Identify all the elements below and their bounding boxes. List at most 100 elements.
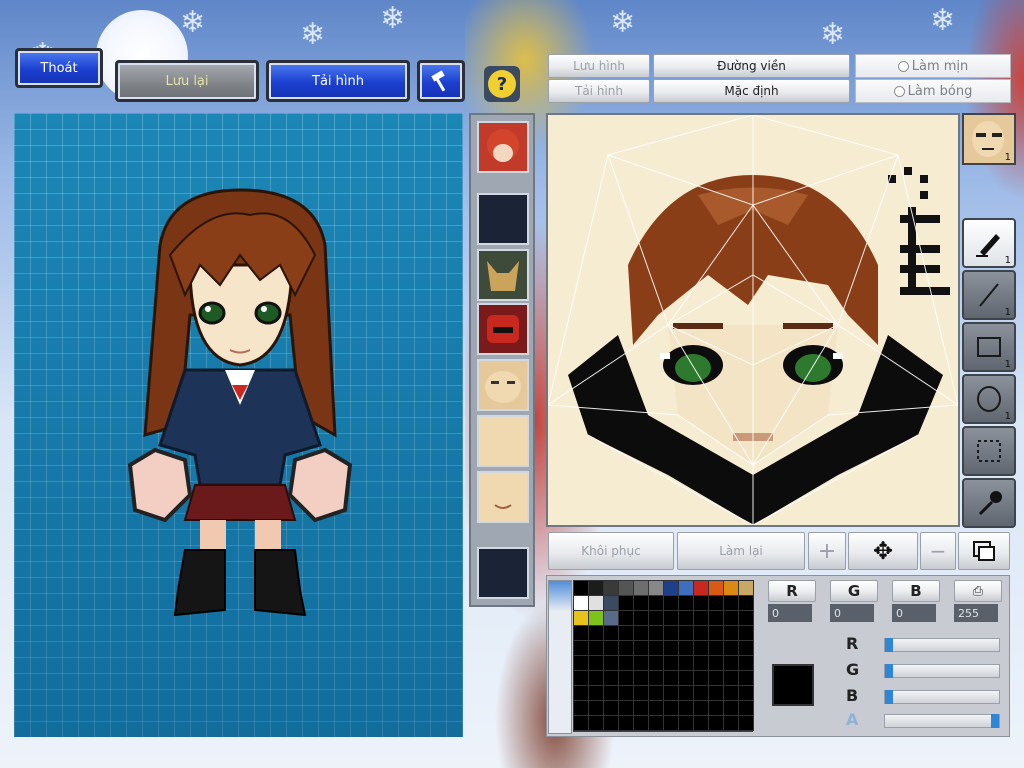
palette-swatch[interactable] xyxy=(648,595,664,611)
palette-swatch[interactable] xyxy=(663,700,679,716)
palette-swatch[interactable] xyxy=(618,655,634,671)
palette-swatch[interactable] xyxy=(663,670,679,686)
palette-swatch[interactable] xyxy=(708,685,724,701)
palette-swatch[interactable] xyxy=(588,595,604,611)
a-value-field[interactable]: 255 xyxy=(954,604,998,622)
palette-swatch[interactable] xyxy=(708,715,724,731)
palette-swatch[interactable] xyxy=(723,655,739,671)
part-thumb-face-plain[interactable] xyxy=(477,415,529,467)
part-thumb-empty[interactable] xyxy=(477,193,529,245)
palette-swatch[interactable] xyxy=(678,595,694,611)
palette-swatch[interactable] xyxy=(603,700,619,716)
palette-swatch[interactable] xyxy=(588,715,604,731)
part-thumb-face-smile[interactable] xyxy=(477,471,529,523)
g-channel-button[interactable]: G xyxy=(830,580,878,602)
palette-swatch[interactable] xyxy=(633,685,649,701)
palette-swatch[interactable] xyxy=(663,610,679,626)
palette-page-tabs[interactable] xyxy=(548,580,572,734)
palette-swatch[interactable] xyxy=(648,685,664,701)
palette-swatch[interactable] xyxy=(648,625,664,641)
palette-swatch[interactable] xyxy=(588,655,604,671)
palette-swatch[interactable] xyxy=(573,595,589,611)
palette-swatch[interactable] xyxy=(693,700,709,716)
layer-button[interactable] xyxy=(958,532,1010,570)
palette-swatch[interactable] xyxy=(618,715,634,731)
palette-swatch[interactable] xyxy=(603,715,619,731)
palette-swatch[interactable] xyxy=(618,640,634,656)
palette-swatch[interactable] xyxy=(633,715,649,731)
save-button[interactable]: Lưu lại xyxy=(115,60,259,102)
palette-swatch[interactable] xyxy=(708,700,724,716)
palette-swatch[interactable] xyxy=(588,700,604,716)
palette-swatch[interactable] xyxy=(648,715,664,731)
palette-swatch[interactable] xyxy=(693,655,709,671)
palette-swatch[interactable] xyxy=(678,625,694,641)
a-channel-button[interactable]: ⎙ xyxy=(954,580,1002,602)
palette-swatch[interactable] xyxy=(663,715,679,731)
palette-swatch[interactable] xyxy=(738,610,754,626)
palette-swatch[interactable] xyxy=(693,610,709,626)
palette-swatch[interactable] xyxy=(678,700,694,716)
eyedropper-tool-button[interactable] xyxy=(962,478,1016,528)
default-button[interactable]: Mặc định xyxy=(653,79,850,103)
palette-swatch[interactable] xyxy=(588,685,604,701)
palette-swatch[interactable] xyxy=(618,610,634,626)
palette-swatch[interactable] xyxy=(678,640,694,656)
palette-swatch[interactable] xyxy=(633,595,649,611)
palette-swatch[interactable] xyxy=(723,640,739,656)
palette-grid[interactable] xyxy=(573,580,754,732)
a-slider-handle[interactable] xyxy=(991,714,999,728)
zoom-out-button[interactable]: − xyxy=(920,532,956,570)
palette-swatch[interactable] xyxy=(708,670,724,686)
palette-swatch[interactable] xyxy=(693,625,709,641)
b-slider[interactable] xyxy=(884,690,1000,704)
a-slider[interactable] xyxy=(884,714,1000,728)
palette-swatch[interactable] xyxy=(693,640,709,656)
palette-swatch[interactable] xyxy=(723,670,739,686)
load-image-button[interactable]: Tải hình xyxy=(548,79,650,103)
palette-swatch[interactable] xyxy=(573,655,589,671)
b-slider-handle[interactable] xyxy=(885,690,893,704)
b-channel-button[interactable]: B xyxy=(892,580,940,602)
palette-swatch[interactable] xyxy=(603,640,619,656)
palette-swatch[interactable] xyxy=(603,580,619,596)
palette-swatch[interactable] xyxy=(663,580,679,596)
outline-button[interactable]: Đường viền xyxy=(653,54,850,78)
move-canvas-button[interactable]: ✥ xyxy=(848,532,918,570)
r-value-field[interactable]: 0 xyxy=(768,604,812,622)
part-thumb-hair[interactable] xyxy=(477,121,529,173)
shine-option[interactable]: Làm bóng xyxy=(855,79,1011,103)
palette-swatch[interactable] xyxy=(633,670,649,686)
palette-swatch[interactable] xyxy=(633,610,649,626)
palette-swatch[interactable] xyxy=(678,580,694,596)
rectangle-tool-button[interactable]: 1 xyxy=(962,322,1016,372)
palette-swatch[interactable] xyxy=(618,685,634,701)
save-image-button[interactable]: Lưu hình xyxy=(548,54,650,78)
palette-swatch[interactable] xyxy=(738,685,754,701)
zoom-in-button[interactable]: + xyxy=(808,532,846,570)
palette-swatch[interactable] xyxy=(648,580,664,596)
palette-swatch[interactable] xyxy=(648,670,664,686)
palette-swatch[interactable] xyxy=(618,580,634,596)
select-tool-button[interactable] xyxy=(962,426,1016,476)
palette-swatch[interactable] xyxy=(738,715,754,731)
palette-swatch[interactable] xyxy=(723,625,739,641)
palette-swatch[interactable] xyxy=(723,595,739,611)
palette-swatch[interactable] xyxy=(618,700,634,716)
palette-swatch[interactable] xyxy=(573,640,589,656)
palette-swatch[interactable] xyxy=(633,640,649,656)
ellipse-tool-button[interactable]: 1 xyxy=(962,374,1016,424)
palette-swatch[interactable] xyxy=(663,625,679,641)
restore-button[interactable]: Khôi phục xyxy=(548,532,674,570)
palette-swatch[interactable] xyxy=(633,655,649,671)
palette-swatch[interactable] xyxy=(738,655,754,671)
palette-swatch[interactable] xyxy=(603,655,619,671)
palette-swatch[interactable] xyxy=(678,655,694,671)
brush-tool-button[interactable]: 1 xyxy=(962,218,1016,268)
line-tool-button[interactable]: 1 xyxy=(962,270,1016,320)
avatar-preview-button[interactable]: 1 xyxy=(962,113,1016,165)
part-thumb-helmet[interactable] xyxy=(477,249,529,301)
texture-editor-canvas[interactable] xyxy=(546,113,960,527)
b-value-field[interactable]: 0 xyxy=(892,604,936,622)
palette-swatch[interactable] xyxy=(738,640,754,656)
